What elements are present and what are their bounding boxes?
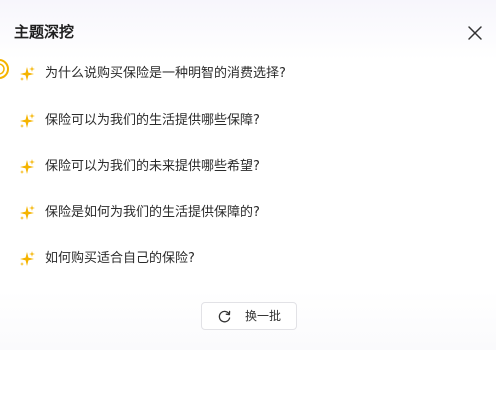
question-item[interactable]: 保险可以为我们的生活提供哪些保障? [0, 99, 496, 143]
sparkles-icon [20, 113, 35, 128]
sparkles-icon [20, 205, 35, 220]
panel-title: 主题深挖 [14, 23, 75, 41]
question-text: 保险是如何为我们的生活提供保障的? [45, 205, 260, 220]
refresh-button[interactable]: 换一批 [201, 302, 297, 330]
question-text: 为什么说购买保险是一种明智的消费选择? [45, 66, 286, 81]
sparkles-icon [20, 66, 35, 81]
sparkles-icon [20, 251, 35, 266]
sparkles-icon [20, 159, 35, 174]
question-item[interactable]: 保险是如何为我们的生活提供保障的? [0, 191, 496, 235]
question-item[interactable]: 为什么说购买保险是一种明智的消费选择? [0, 52, 496, 96]
question-text: 保险可以为我们的生活提供哪些保障? [45, 113, 260, 128]
question-text: 保险可以为我们的未来提供哪些希望? [45, 159, 260, 174]
question-text: 如何购买适合自己的保险? [45, 251, 195, 266]
question-item[interactable]: 保险可以为我们的未来提供哪些希望? [0, 145, 496, 189]
close-button[interactable] [464, 22, 486, 44]
question-item[interactable]: 如何购买适合自己的保险? [0, 237, 496, 281]
topic-dig-panel: 主题深挖 为什么说购买保险是一种明智的消费选择? 保险可以为我们的生活提供哪些保… [0, 0, 496, 350]
refresh-label: 换一批 [245, 309, 282, 323]
close-icon [468, 26, 482, 40]
refresh-icon [218, 310, 231, 323]
